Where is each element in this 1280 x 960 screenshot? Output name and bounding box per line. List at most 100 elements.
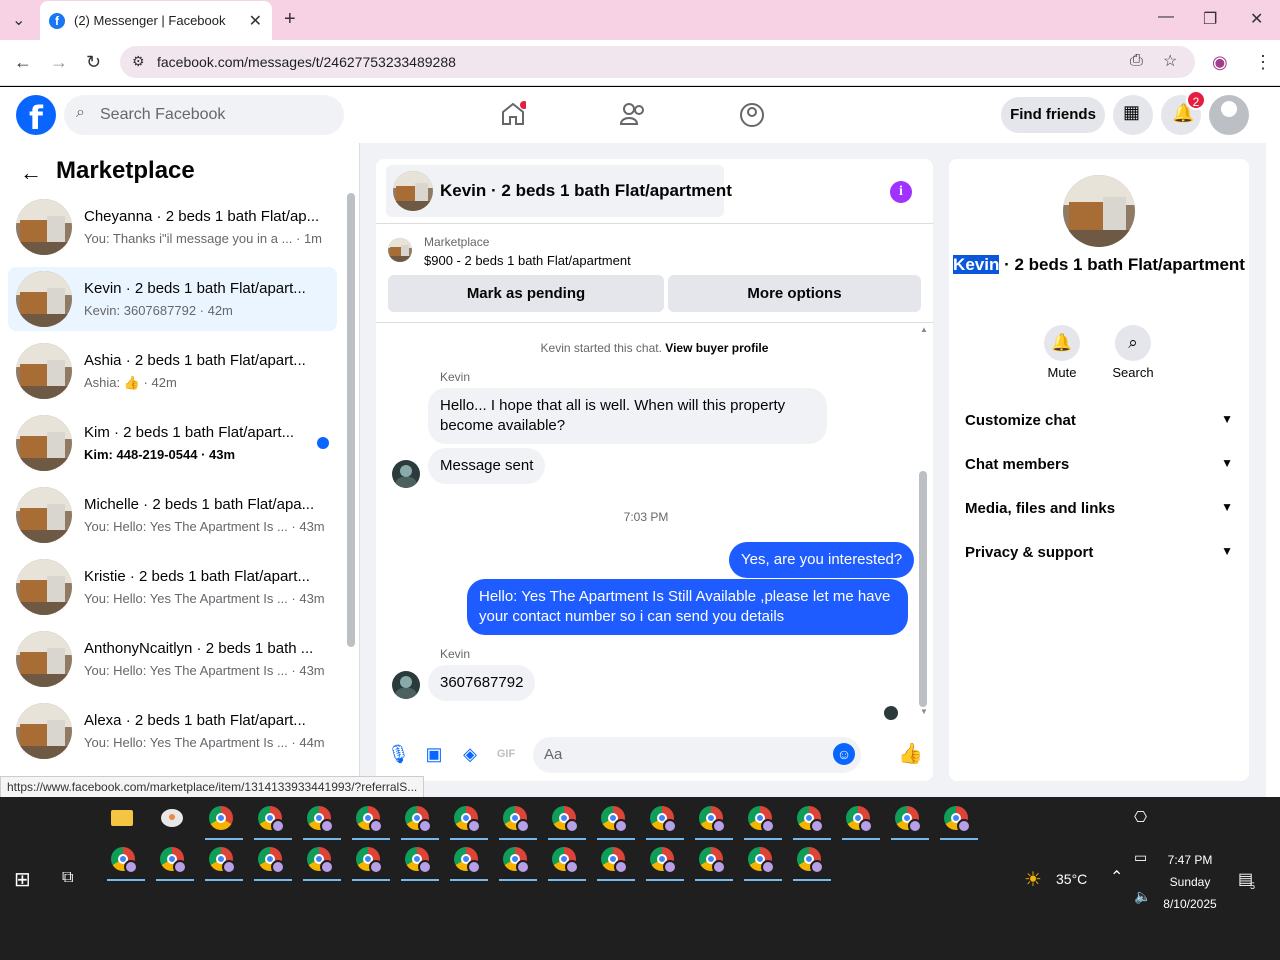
chrome-icon[interactable] [205, 844, 243, 881]
chrome-icon[interactable] [793, 844, 831, 881]
menu-kebab-icon[interactable]: ⋮ [1254, 52, 1272, 73]
outgoing-message[interactable]: Yes, are you interested? [729, 542, 915, 578]
chrome-icon[interactable] [254, 844, 292, 881]
page-scrollbar[interactable] [1266, 87, 1280, 797]
chrome-icon[interactable] [352, 844, 390, 881]
task-view-icon[interactable]: ⧉ [62, 869, 73, 887]
site-info-icon[interactable]: ⚙ [132, 53, 145, 70]
minimize-icon[interactable]: — [1158, 8, 1174, 26]
conversation-item[interactable]: Kevin · 2 beds 1 bath Flat/apart... Kevin… [8, 267, 337, 331]
chat-members-section[interactable]: Chat members ▼ [965, 456, 1235, 473]
chrome-icon[interactable] [548, 803, 586, 840]
weather-icon[interactable]: ☀ [1024, 867, 1042, 892]
chrome-icon[interactable] [695, 803, 733, 840]
chrome-icon[interactable] [401, 844, 439, 881]
url-field[interactable]: ⚙ facebook.com/messages/t/24627753233489… [120, 46, 1195, 78]
close-window-icon[interactable]: ✕ [1250, 9, 1263, 29]
chrome-icon[interactable] [303, 844, 341, 881]
incoming-message[interactable]: Message sent [428, 448, 546, 484]
search-input[interactable]: ⌕ Search Facebook [64, 95, 344, 135]
chrome-icon[interactable] [793, 803, 831, 840]
conversation-item[interactable]: Kim · 2 beds 1 bath Flat/apart... Kim: 44… [8, 411, 337, 475]
listing-price[interactable]: $900 - 2 beds 1 bath Flat/apartment [424, 253, 631, 268]
chrome-icon[interactable] [597, 803, 635, 840]
message-input[interactable]: Aa ☺ [533, 737, 861, 773]
scroll-down-icon[interactable]: ▼ [920, 707, 928, 716]
windows-start-icon[interactable]: ⊞ [14, 867, 31, 892]
close-tab-icon[interactable]: ✕ [249, 11, 262, 31]
groups-icon[interactable] [739, 102, 765, 128]
chrome-icon[interactable] [450, 803, 488, 840]
capture-icon[interactable]: ⎔ [1134, 808, 1147, 826]
friends-icon[interactable] [620, 102, 646, 126]
media-files-links-section[interactable]: Media, files and links ▼ [965, 500, 1235, 517]
chrome-icon[interactable] [107, 844, 145, 881]
chrome-icon[interactable] [401, 803, 439, 840]
conversation-scrollbar[interactable] [347, 193, 355, 647]
tray-chevron-icon[interactable]: ⌃ [1110, 867, 1123, 887]
privacy-support-section[interactable]: Privacy & support ▼ [965, 544, 1235, 561]
conversation-item[interactable]: AnthonyNcaitlyn · 2 beds 1 bath ... You: … [8, 627, 337, 691]
chrome-icon[interactable] [646, 803, 684, 840]
chrome-icon[interactable] [499, 803, 537, 840]
home-icon[interactable] [500, 101, 526, 127]
network-icon[interactable]: ▭ [1134, 849, 1147, 866]
chrome-icon[interactable] [744, 844, 782, 881]
chrome-icon[interactable] [695, 844, 733, 881]
bookmark-star-icon[interactable]: ☆ [1163, 51, 1177, 71]
sticker-icon[interactable]: ◈ [459, 743, 481, 765]
chrome-icon[interactable] [254, 803, 292, 840]
chrome-icon[interactable] [450, 844, 488, 881]
forward-icon[interactable]: → [50, 52, 68, 73]
chrome-icon[interactable] [156, 844, 194, 881]
chat-header[interactable]: Kevin · 2 beds 1 bath Flat/apartment [386, 165, 732, 217]
mark-as-pending-button[interactable]: Mark as pending [388, 275, 664, 312]
profile-icon[interactable]: ◉ [1212, 52, 1228, 73]
customize-chat-section[interactable]: Customize chat ▼ [965, 412, 1235, 429]
new-tab-icon[interactable]: + [284, 8, 296, 31]
chrome-icon[interactable] [940, 803, 978, 840]
conversation-item[interactable]: Michelle · 2 beds 1 bath Flat/apa... You:… [8, 483, 337, 547]
reload-icon[interactable]: ↻ [86, 52, 101, 73]
gif-icon[interactable]: GIF [495, 743, 517, 765]
back-icon[interactable]: ← [14, 52, 32, 73]
facebook-logo[interactable]: f [16, 95, 56, 135]
temperature[interactable]: 35°C [1056, 871, 1087, 887]
conversation-item[interactable]: Cheyanna · 2 beds 1 bath Flat/ap... You: … [8, 195, 337, 259]
back-arrow-icon[interactable]: ← [20, 160, 42, 186]
browser-tab[interactable]: f (2) Messenger | Facebook ✕ [40, 1, 272, 40]
chrome-icon[interactable] [744, 803, 782, 840]
find-friends-button[interactable]: Find friends [1001, 97, 1105, 133]
info-icon[interactable]: i [890, 181, 912, 203]
conversation-item[interactable]: Kristie · 2 beds 1 bath Flat/apart... You… [8, 555, 337, 619]
kevin-avatar[interactable] [392, 460, 420, 488]
chrome-icon[interactable] [646, 844, 684, 881]
volume-icon[interactable]: 🔈 [1134, 888, 1151, 905]
install-icon[interactable]: ⎙ [1130, 52, 1143, 70]
search-button[interactable]: ⌕ [1115, 325, 1151, 361]
conversation-item[interactable]: Ashia · 2 beds 1 bath Flat/apart... Ashia… [8, 339, 337, 403]
chrome-icon[interactable] [842, 803, 880, 840]
chrome-icon[interactable] [205, 803, 243, 840]
more-options-button[interactable]: More options [668, 275, 921, 312]
thumbs-up-icon[interactable]: 👍 [898, 743, 923, 765]
chrome-icon[interactable] [597, 844, 635, 881]
chrome-icon[interactable] [891, 803, 929, 840]
chat-scrollbar[interactable] [919, 471, 927, 707]
file-explorer-icon[interactable] [107, 803, 137, 833]
tab-search-icon[interactable]: ⌄ [12, 10, 25, 30]
view-buyer-profile-link[interactable]: View buyer profile [665, 341, 768, 355]
mute-button[interactable]: 🔔 [1044, 325, 1080, 361]
clock[interactable]: 7:47 PM Sunday 8/10/2025 [1150, 849, 1230, 915]
chrome-icon[interactable] [352, 803, 390, 840]
chrome-icon[interactable] [548, 844, 586, 881]
kevin-avatar[interactable] [392, 671, 420, 699]
photo-icon[interactable]: ▣ [423, 743, 445, 765]
microphone-icon[interactable]: 🎙 [387, 743, 410, 765]
conversation-item[interactable]: Alexa · 2 beds 1 bath Flat/apart... You: … [8, 699, 337, 763]
emoji-icon[interactable]: ☺ [833, 743, 855, 765]
incoming-message[interactable]: 3607687792 [428, 665, 536, 701]
apps-menu-button[interactable]: ▦ [1113, 95, 1153, 135]
chrome-icon[interactable] [303, 803, 341, 840]
restore-icon[interactable]: ❐ [1203, 9, 1217, 29]
